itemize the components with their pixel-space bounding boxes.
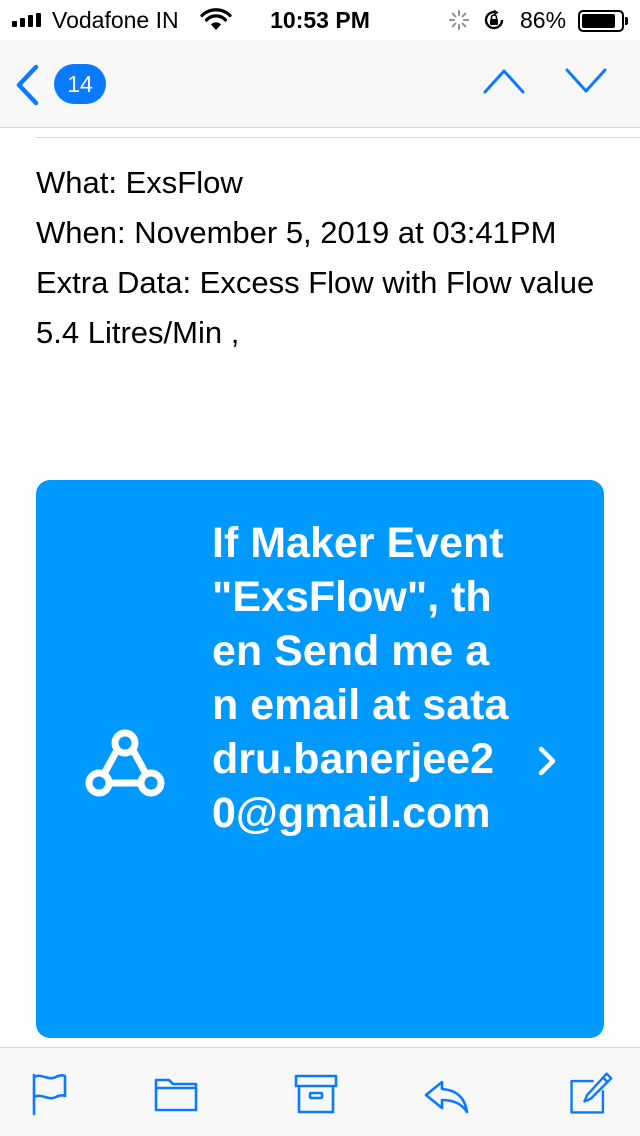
extra-data-line: Extra Data: Excess Flow with Flow value … [36, 265, 595, 350]
status-bar: Vodafone IN 10:53 PM 86% [0, 0, 640, 40]
flag-icon[interactable] [24, 1070, 72, 1118]
battery-nub [625, 17, 628, 25]
navigation-bar: 14 [0, 40, 640, 128]
reply-icon[interactable] [422, 1070, 470, 1118]
unread-count-badge: 14 [54, 64, 106, 104]
battery-percent: 86% [520, 7, 567, 33]
compose-icon[interactable] [566, 1070, 614, 1118]
bottom-toolbar [0, 1047, 640, 1136]
rotation-lock-icon [484, 9, 504, 30]
battery-level [582, 14, 615, 28]
back-chevron-icon [16, 64, 39, 106]
header-divider [36, 137, 640, 138]
when-line: When: November 5, 2019 at 03:41PM [36, 215, 557, 250]
back-button[interactable]: 14 [14, 60, 114, 108]
archive-icon[interactable] [292, 1070, 340, 1118]
email-body: What: ExsFlow When: November 5, 2019 at … [36, 158, 616, 358]
webhook-icon [85, 729, 165, 797]
chevron-right-icon [538, 746, 556, 776]
what-line: What: ExsFlow [36, 165, 243, 200]
chevron-up-icon[interactable] [482, 66, 526, 96]
battery-icon [578, 10, 624, 32]
applet-card[interactable]: If Maker Event "ExsFlow", then Send me a… [36, 480, 604, 1038]
applet-description: If Maker Event "ExsFlow", then Send me a… [212, 519, 509, 837]
chevron-down-icon[interactable] [564, 66, 608, 96]
activity-spinner-icon [449, 10, 469, 30]
folder-icon[interactable] [152, 1070, 200, 1118]
